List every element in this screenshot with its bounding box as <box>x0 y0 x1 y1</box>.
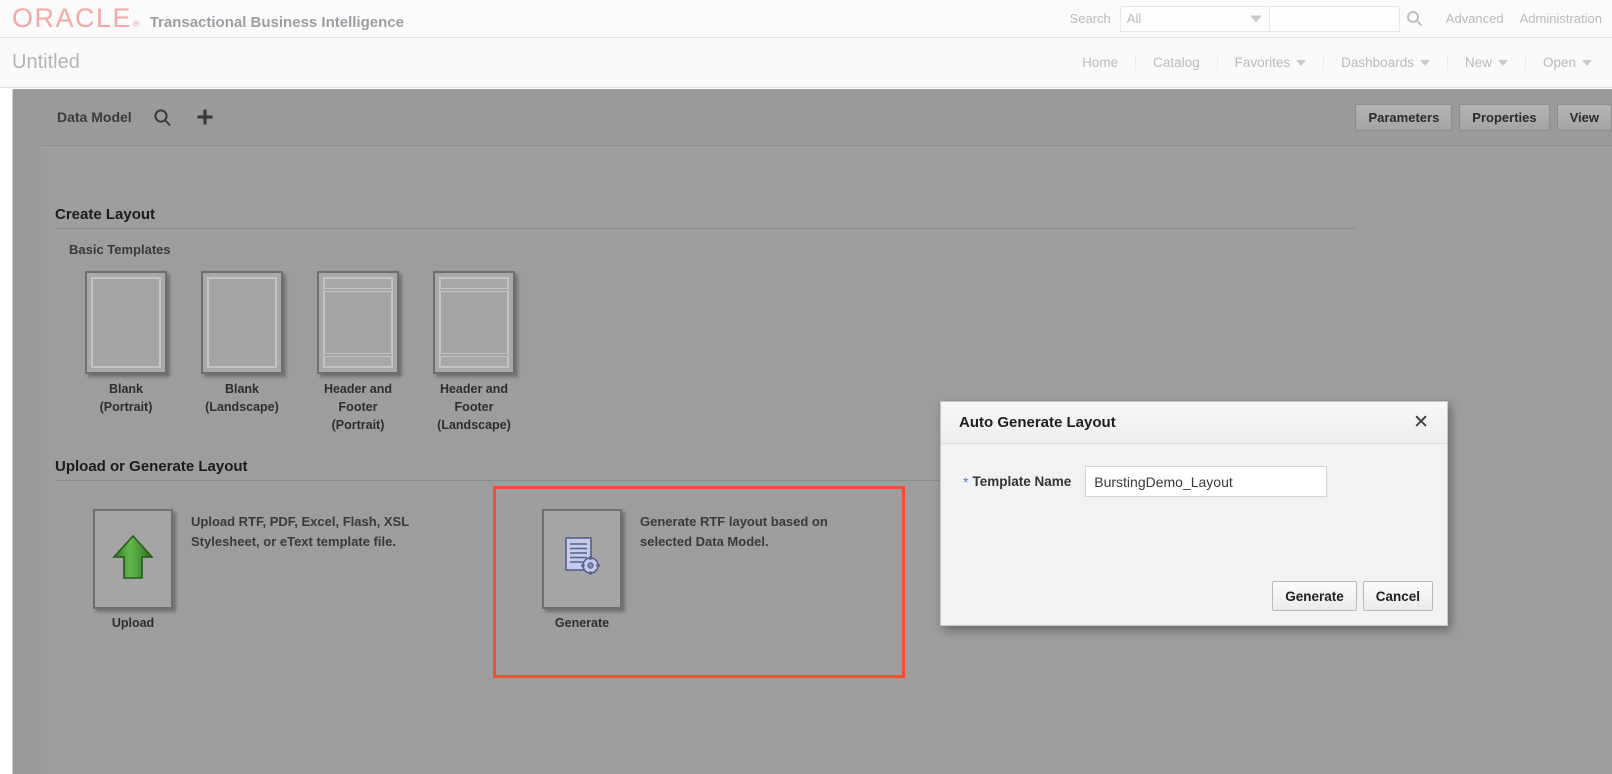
registered-mark-icon: ® <box>133 19 140 29</box>
nav-item-label: Dashboards <box>1341 55 1414 70</box>
nav-item-dashboards[interactable]: Dashboards <box>1324 54 1448 71</box>
chevron-down-icon <box>1296 59 1307 66</box>
upload-caption: Upload <box>111 616 155 630</box>
parameters-button[interactable]: Parameters <box>1355 103 1453 131</box>
template-thumbnail[interactable] <box>85 271 167 374</box>
advanced-link[interactable]: Advanced <box>1446 11 1504 26</box>
oracle-logo: ORACLE <box>12 3 133 33</box>
template-name-label: Template Name <box>972 474 1072 489</box>
nav-item-label: Open <box>1542 55 1576 70</box>
upload-icon-box[interactable] <box>93 509 173 609</box>
search-scope-select[interactable]: All <box>1119 5 1270 32</box>
template-name-input[interactable] <box>1085 466 1328 497</box>
dialog-button-bar: Generate Cancel <box>1272 581 1433 611</box>
nav-item-label: Favorites <box>1234 55 1291 70</box>
required-field-marker: * <box>963 473 969 490</box>
dialog-title: Auto Generate Layout <box>959 414 1116 431</box>
search-icon[interactable] <box>1400 10 1430 27</box>
chevron-down-icon <box>1419 59 1430 66</box>
template-thumbnail[interactable] <box>433 271 515 374</box>
view-button[interactable]: View <box>1556 103 1612 131</box>
template-caption: Blank (Portrait) <box>99 382 153 414</box>
nav-item-new[interactable]: New <box>1448 54 1526 71</box>
template-header-footer-landscape[interactable]: Header and Footer (Landscape) <box>433 271 515 434</box>
template-thumbnail[interactable] <box>317 271 399 374</box>
generate-tile[interactable]: Generate Generate RTF layout based on se… <box>542 509 865 630</box>
search-label: Search <box>1069 11 1111 26</box>
cancel-button[interactable]: Cancel <box>1362 581 1433 611</box>
generate-description: Generate RTF layout based on selected Da… <box>640 514 828 549</box>
page-title: Untitled <box>12 51 80 73</box>
nav-item-catalog[interactable]: Catalog <box>1136 54 1218 71</box>
administration-link[interactable]: Administration <box>1520 11 1602 26</box>
template-blank-portrait[interactable]: Blank (Portrait) <box>85 271 167 434</box>
search-input[interactable] <box>1269 5 1400 32</box>
editor-toolbar: Data Model Parameters Properties View <box>41 89 1612 145</box>
template-caption: Header and Footer (Landscape) <box>437 382 511 432</box>
generate-icon-box[interactable] <box>542 509 622 609</box>
application-title: Transactional Business Intelligence <box>149 14 404 31</box>
chevron-down-icon <box>1497 59 1508 66</box>
template-caption: Blank (Landscape) <box>205 382 279 414</box>
auto-generate-layout-dialog: Auto Generate Layout ✕ * Template Name G… <box>940 401 1448 626</box>
oracle-brand: ORACLE ® Transactional Business Intellig… <box>0 5 404 32</box>
properties-button[interactable]: Properties <box>1459 103 1550 131</box>
application-window: ORACLE ® Transactional Business Intellig… <box>0 0 1612 774</box>
nav-item-label: Home <box>1082 55 1119 70</box>
nav-item-label: New <box>1464 55 1492 70</box>
global-header: ORACLE ® Transactional Business Intellig… <box>0 0 1612 38</box>
header-search-area: Search All Advanced Administration <box>1069 5 1612 32</box>
dialog-title-bar: Auto Generate Layout ✕ <box>941 402 1447 444</box>
data-model-label: Data Model <box>57 109 132 125</box>
document-gear-icon <box>561 535 603 584</box>
nav-item-home[interactable]: Home <box>1065 54 1137 71</box>
close-icon[interactable]: ✕ <box>1409 411 1433 434</box>
upload-tile[interactable]: Upload Upload RTF, PDF, Excel, Flash, XS… <box>93 509 416 630</box>
plus-icon[interactable] <box>194 106 216 128</box>
basic-templates-subheading: Basic Templates <box>69 242 171 257</box>
create-layout-heading: Create Layout <box>55 206 1355 229</box>
nav-item-favorites[interactable]: Favorites <box>1218 54 1325 71</box>
generate-caption: Generate <box>554 616 610 630</box>
chevron-down-icon <box>1582 59 1592 66</box>
template-blank-landscape[interactable]: Blank (Landscape) <box>201 271 283 434</box>
page-title-bar: Untitled Home Catalog Favorites Dashboar… <box>0 38 1612 88</box>
template-caption: Header and Footer (Portrait) <box>323 382 393 432</box>
green-up-arrow-icon <box>111 533 155 586</box>
template-thumbnail[interactable] <box>201 271 283 374</box>
chevron-down-icon <box>1249 15 1262 22</box>
generate-button[interactable]: Generate <box>1272 581 1357 611</box>
search-scope-value: All <box>1126 11 1142 26</box>
upload-description: Upload RTF, PDF, Excel, Flash, XSL Style… <box>191 514 409 549</box>
nav-item-label: Catalog <box>1153 55 1200 70</box>
dialog-body: * Template Name <box>941 444 1447 497</box>
template-header-footer-portrait[interactable]: Header and Footer (Portrait) <box>317 271 399 434</box>
editor-toolbar-buttons: Parameters Properties View <box>1355 103 1612 131</box>
search-icon[interactable] <box>152 106 174 128</box>
nav-item-open[interactable]: Open <box>1526 54 1598 71</box>
create-layout-section: Create Layout Basic Templates Blank (Por… <box>55 206 1355 434</box>
global-nav-menu: Home Catalog Favorites Dashboards New Op… <box>1065 54 1612 71</box>
